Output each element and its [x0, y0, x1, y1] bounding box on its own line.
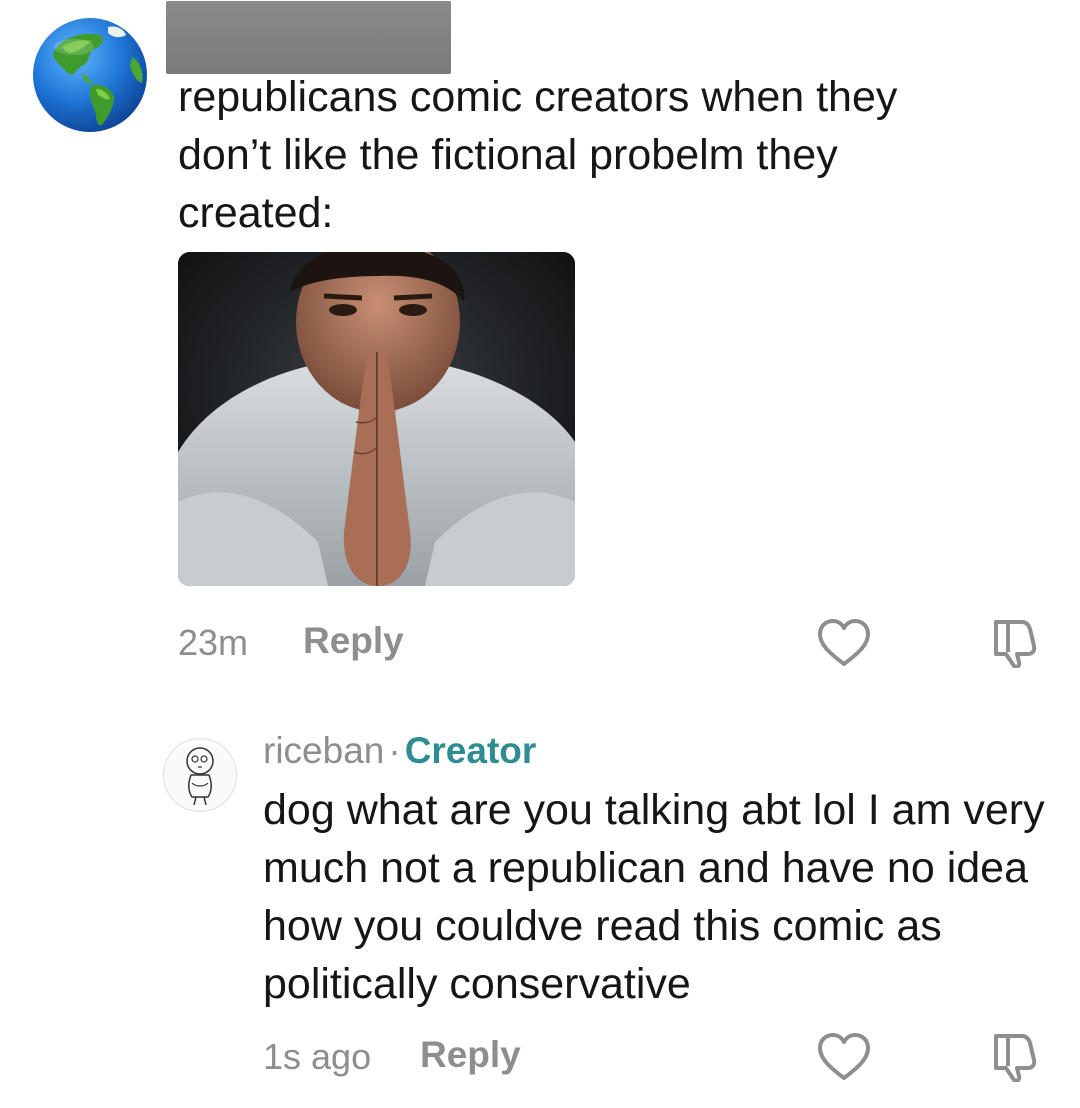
comment-attached-image[interactable] [178, 252, 575, 586]
heart-outline-icon [818, 1033, 870, 1080]
comment-username[interactable]: riceban [263, 730, 384, 771]
user-avatar-sketch-icon[interactable] [163, 738, 237, 812]
heart-outline-icon [818, 619, 870, 666]
reply-button[interactable]: Reply [420, 1034, 521, 1076]
comment-timestamp: 23m [178, 622, 249, 663]
separator-dot: · [388, 730, 401, 771]
reply-button[interactable]: Reply [303, 620, 404, 662]
creator-badge: Creator [404, 730, 537, 771]
comment-text: dog what are you talking abt lol I am ve… [263, 786, 1045, 1008]
thumbs-down-icon [994, 1034, 1037, 1083]
like-button[interactable] [816, 617, 872, 669]
comment-text: republicans comic creators when they don… [178, 73, 898, 237]
comment-author-row: riceban · Creator [263, 728, 536, 774]
user-avatar-globe-icon[interactable] [32, 17, 148, 133]
like-button[interactable] [816, 1031, 872, 1083]
dislike-button[interactable] [988, 1030, 1044, 1083]
comment-timestamp: 1s ago [263, 1036, 372, 1077]
thumbs-down-icon [994, 620, 1037, 669]
dislike-button[interactable] [988, 616, 1044, 669]
redacted-username [166, 1, 451, 74]
